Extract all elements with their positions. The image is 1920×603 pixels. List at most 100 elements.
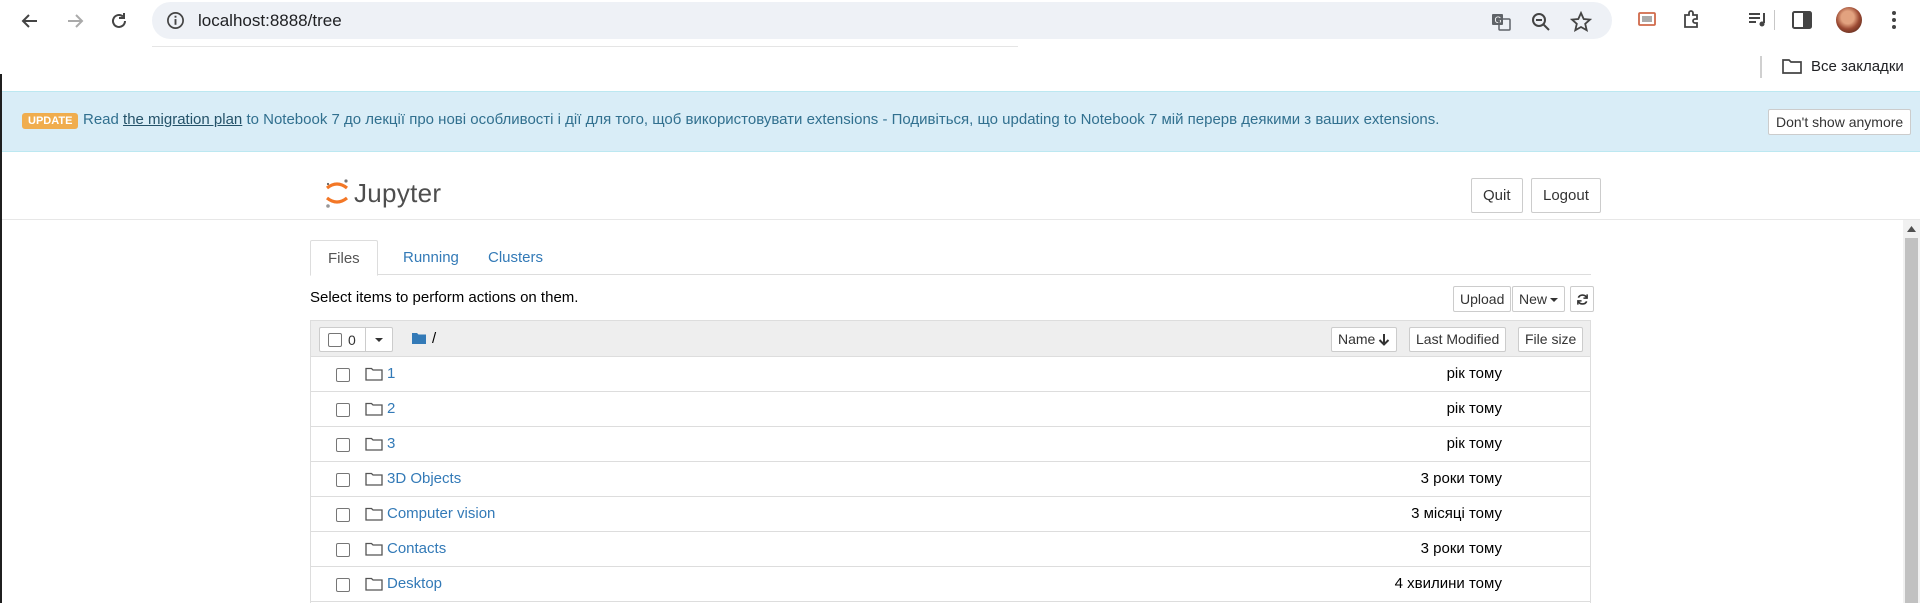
tab-bar: Files Running Clusters: [310, 240, 1591, 276]
tab-clusters[interactable]: Clusters: [471, 240, 560, 275]
file-row[interactable]: 3 рік тому: [311, 427, 1590, 462]
select-all-group: 0: [319, 327, 393, 352]
selection-hint: Select items to perform actions on them.: [310, 289, 579, 306]
bookmarks-divider: [1760, 56, 1762, 78]
side-panel-icon[interactable]: [1790, 8, 1814, 32]
forward-icon[interactable]: [62, 8, 88, 34]
row-checkbox[interactable]: [336, 473, 350, 487]
folder-icon: [365, 472, 383, 486]
alert-message: Read the migration plan to Notebook 7 до…: [83, 111, 1439, 128]
jupyter-header: Jupyter Quit Logout: [2, 152, 1920, 220]
folder-icon: [365, 507, 383, 521]
migration-plan-link[interactable]: the migration plan: [123, 111, 242, 128]
select-all-checkbox[interactable]: [328, 332, 342, 347]
folder-icon: [365, 367, 383, 381]
breadcrumb: /: [412, 330, 436, 347]
profile-avatar[interactable]: [1836, 7, 1862, 33]
last-modified: 3 роки тому: [1420, 470, 1502, 487]
last-modified: 4 хвилини тому: [1394, 575, 1502, 592]
reload-icon[interactable]: [106, 8, 132, 34]
media-queue-icon[interactable]: [1746, 8, 1770, 32]
site-info-icon[interactable]: [166, 11, 185, 30]
translate-icon[interactable]: G: [1490, 11, 1512, 33]
file-row[interactable]: 3D Objects 3 роки тому: [311, 462, 1590, 497]
breadcrumb-root[interactable]: /: [432, 330, 436, 347]
back-icon[interactable]: [17, 8, 43, 34]
file-name-link[interactable]: 3: [387, 435, 395, 452]
selected-count: 0: [348, 331, 356, 348]
alert-text-after: to Notebook 7 до лекції про нові особлив…: [242, 111, 1440, 128]
file-name-link[interactable]: 3D Objects: [387, 470, 461, 487]
folder-icon: [365, 402, 383, 416]
row-checkbox[interactable]: [336, 403, 350, 417]
folder-icon: [365, 437, 383, 451]
quit-button[interactable]: Quit: [1471, 178, 1523, 213]
last-modified: рік тому: [1446, 400, 1502, 417]
row-checkbox[interactable]: [336, 368, 350, 382]
last-modified: 3 роки тому: [1420, 540, 1502, 557]
browser-toolbar: localhost:8888/tree G: [0, 0, 1920, 41]
folder-open-icon[interactable]: [412, 332, 427, 345]
tab-files[interactable]: Files: [310, 240, 378, 276]
folder-icon: [365, 577, 383, 591]
more-menu-icon[interactable]: [1882, 8, 1906, 32]
all-bookmarks-label: Все закладки: [1811, 57, 1904, 75]
caret-down-icon: [1550, 298, 1559, 303]
address-bar[interactable]: localhost:8888/tree G: [152, 2, 1612, 39]
file-row[interactable]: Contacts 3 роки тому: [311, 532, 1590, 567]
file-list-header: 0 / Name Last Modified File size: [311, 321, 1590, 357]
page-load-line: [152, 46, 1018, 47]
file-row[interactable]: 1 рік тому: [311, 357, 1590, 392]
folder-icon: [1782, 59, 1802, 74]
sort-by-file-size-button[interactable]: File size: [1518, 327, 1584, 352]
row-checkbox[interactable]: [336, 508, 350, 522]
refresh-icon: [1576, 293, 1588, 305]
refresh-list-button[interactable]: [1570, 286, 1594, 312]
zoom-icon[interactable]: [1530, 11, 1552, 33]
last-modified: рік тому: [1446, 365, 1502, 382]
folder-icon: [365, 542, 383, 556]
row-checkbox[interactable]: [336, 438, 350, 452]
row-checkbox[interactable]: [336, 578, 350, 592]
alert-text-before: Read: [83, 111, 124, 128]
scroll-up-arrow-icon[interactable]: [1903, 222, 1920, 236]
caret-down-icon: [374, 337, 383, 342]
url-text[interactable]: localhost:8888/tree: [198, 11, 342, 31]
update-badge: UPDATE: [22, 113, 79, 129]
migration-alert: UPDATE Read the migration plan to Notebo…: [2, 91, 1920, 152]
select-all-toggle[interactable]: 0: [320, 328, 366, 351]
last-modified: 3 місяці тому: [1411, 505, 1502, 522]
tab-running[interactable]: Running: [386, 240, 476, 275]
sort-by-name-button[interactable]: Name: [1331, 327, 1398, 352]
file-name-link[interactable]: 1: [387, 365, 395, 382]
file-row[interactable]: 2 рік тому: [311, 392, 1590, 427]
file-row[interactable]: Computer vision 3 місяці тому: [311, 497, 1590, 532]
all-bookmarks-button[interactable]: Все закладки: [1781, 56, 1904, 76]
new-dropdown-button[interactable]: New: [1512, 286, 1566, 312]
select-menu-button[interactable]: [366, 328, 392, 351]
new-label: New: [1519, 291, 1548, 307]
sort-by-last-modified-button[interactable]: Last Modified: [1409, 327, 1507, 352]
logout-button[interactable]: Logout: [1531, 178, 1601, 213]
toolbar-divider: [1774, 10, 1775, 30]
file-list: 0 / Name Last Modified File size 1 рік т…: [310, 320, 1591, 603]
file-row[interactable]: Desktop 4 хвилини тому: [311, 567, 1590, 602]
upload-button[interactable]: Upload: [1453, 286, 1512, 312]
bookmark-star-icon[interactable]: [1570, 11, 1592, 33]
file-name-link[interactable]: 2: [387, 400, 395, 417]
last-modified: рік тому: [1446, 435, 1502, 452]
row-checkbox[interactable]: [336, 543, 350, 557]
dont-show-anymore-button[interactable]: Don't show anymore: [1768, 109, 1912, 135]
file-name-link[interactable]: Contacts: [387, 540, 446, 557]
jupyter-logo[interactable]: Jupyter: [324, 177, 441, 209]
svg-text:G: G: [1495, 15, 1502, 25]
extensions-icon[interactable]: [1680, 8, 1704, 32]
jupyter-logo-text: Jupyter: [354, 177, 442, 208]
scrollbar-thumb[interactable]: [1905, 238, 1918, 603]
arrow-down-icon: [1379, 334, 1390, 346]
sort-name-label: Name: [1338, 331, 1376, 347]
file-name-link[interactable]: Desktop: [387, 575, 442, 592]
cast-icon[interactable]: [1635, 8, 1659, 32]
file-name-link[interactable]: Computer vision: [387, 505, 495, 522]
jupyter-logo-icon: [326, 179, 348, 208]
